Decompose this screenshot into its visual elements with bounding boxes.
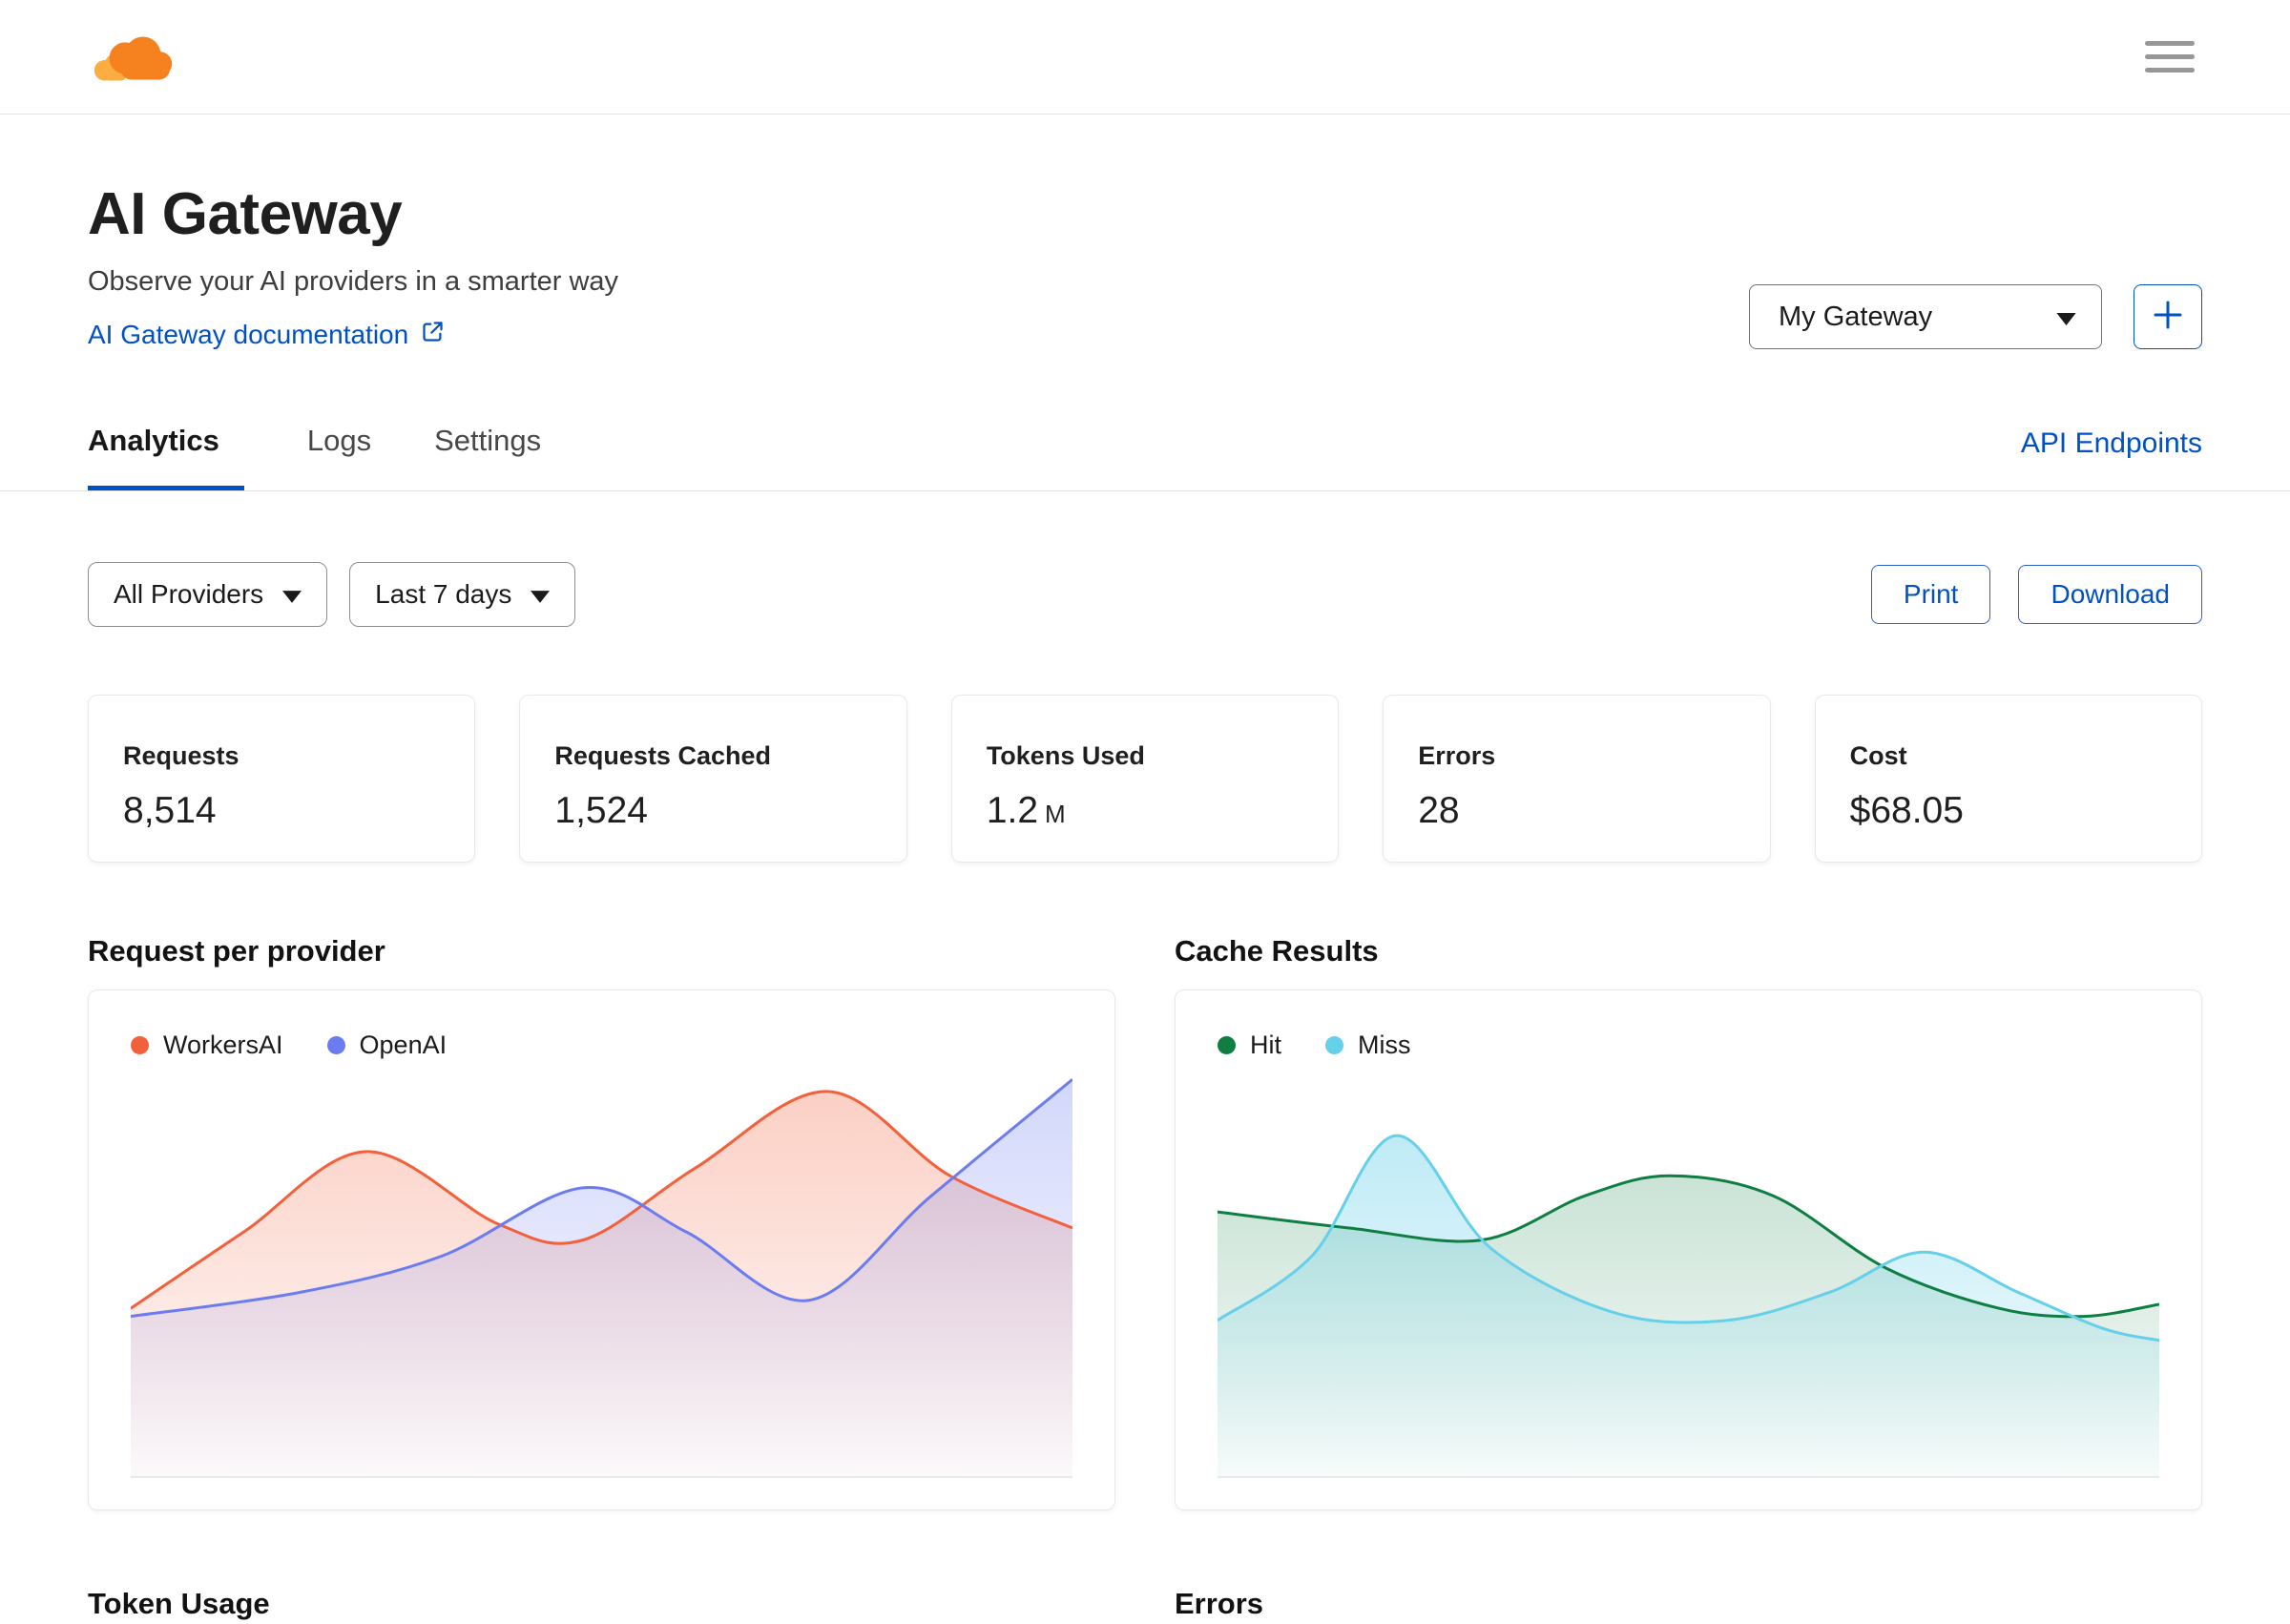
legend-item-hit: Hit	[1218, 1031, 1281, 1060]
date-range-value: Last 7 days	[375, 579, 512, 609]
tab-logs[interactable]: Logs	[307, 424, 371, 490]
api-endpoints-link[interactable]: API Endpoints	[2021, 427, 2202, 490]
page-title: AI Gateway	[88, 181, 403, 247]
providers-filter-dropdown[interactable]: All Providers	[88, 562, 328, 627]
hamburger-menu-icon[interactable]	[2145, 41, 2195, 73]
plus-icon	[2152, 299, 2184, 336]
token-usage-title: Token Usage	[88, 1587, 270, 1620]
documentation-link-label: AI Gateway documentation	[88, 320, 409, 349]
documentation-link[interactable]: AI Gateway documentation	[88, 319, 446, 351]
topbar	[0, 0, 2290, 115]
stat-value: 1.2 M	[986, 790, 1066, 831]
gateway-select[interactable]: My Gateway	[1749, 284, 2102, 349]
filters-row: All Providers Last 7 days Print Download	[88, 562, 2202, 627]
page-header: AI Gateway Observe your AI providers in …	[88, 179, 2202, 351]
errors-title: Errors	[1175, 1587, 1264, 1620]
charts-section: Request per provider WorkersAI OpenAI Ca…	[88, 934, 2202, 1510]
stat-card-requests: Requests 8,514	[88, 695, 476, 863]
stat-value: $68.05	[1849, 790, 1964, 831]
legend-dot	[1218, 1036, 1236, 1054]
stat-label: Errors	[1418, 741, 1496, 770]
tab-settings[interactable]: Settings	[434, 424, 541, 490]
stat-value: 8,514	[123, 790, 217, 831]
legend-label: Hit	[1250, 1031, 1281, 1059]
legend-item-miss: Miss	[1325, 1031, 1411, 1060]
stat-value: 1,524	[554, 790, 649, 831]
stat-label: Cost	[1849, 741, 1907, 770]
stat-card-errors: Errors 28	[1383, 695, 1771, 863]
legend-label: Miss	[1358, 1031, 1411, 1059]
legend-dot	[1325, 1036, 1343, 1054]
download-button[interactable]: Download	[2018, 565, 2202, 624]
cloudflare-logo-icon[interactable]	[88, 28, 181, 87]
stat-label: Requests Cached	[554, 741, 771, 770]
chart-title: Request per provider	[88, 934, 385, 968]
tabs: Analytics Logs Settings	[88, 424, 541, 490]
gateway-select-value: My Gateway	[1779, 301, 1933, 332]
stat-value: 28	[1418, 790, 1460, 831]
external-link-icon	[420, 319, 446, 351]
legend-item-workersai: WorkersAI	[131, 1031, 283, 1060]
chevron-down-icon	[531, 579, 551, 610]
chart-legend: WorkersAI OpenAI	[131, 1031, 1072, 1060]
add-gateway-button[interactable]	[2134, 284, 2202, 349]
stat-card-cost: Cost $68.05	[1814, 695, 2203, 863]
tabs-row: Analytics Logs Settings API Endpoints	[0, 424, 2290, 491]
cache-results-chart-card: Hit Miss	[1175, 989, 2202, 1510]
legend-label: WorkersAI	[163, 1031, 283, 1059]
chart-column-cache-results: Cache Results Hit Miss	[1175, 934, 2202, 1510]
legend-item-openai: OpenAI	[326, 1031, 448, 1060]
chart-legend: Hit Miss	[1218, 1031, 2159, 1060]
chevron-down-icon	[282, 579, 302, 610]
stat-card-requests-cached: Requests Cached 1,524	[519, 695, 907, 863]
stats-row: Requests 8,514 Requests Cached 1,524 Tok…	[88, 695, 2203, 863]
requests-per-provider-area-chart	[131, 1075, 1072, 1480]
tab-analytics[interactable]: Analytics	[88, 424, 244, 490]
requests-per-provider-chart-card: WorkersAI OpenAI	[88, 989, 1115, 1510]
legend-dot	[131, 1036, 149, 1054]
header-controls: My Gateway	[1749, 284, 2202, 349]
chart-title: Cache Results	[1175, 934, 1379, 968]
stat-label: Tokens Used	[986, 741, 1145, 770]
providers-filter-value: All Providers	[114, 579, 264, 609]
cache-results-area-chart	[1218, 1075, 2159, 1480]
stat-card-tokens-used: Tokens Used 1.2 M	[950, 695, 1340, 863]
bottom-sections: Token Usage Errors	[88, 1587, 2202, 1621]
legend-dot	[326, 1036, 345, 1054]
stat-label: Requests	[123, 741, 239, 770]
print-button[interactable]: Print	[1870, 565, 1991, 624]
legend-label: OpenAI	[359, 1031, 448, 1059]
export-actions: Print Download	[1870, 565, 2202, 624]
filter-dropdowns: All Providers Last 7 days	[88, 562, 576, 627]
chart-column-requests-per-provider: Request per provider WorkersAI OpenAI	[88, 934, 1115, 1510]
date-range-dropdown[interactable]: Last 7 days	[349, 562, 576, 627]
chevron-down-icon	[2056, 302, 2076, 333]
